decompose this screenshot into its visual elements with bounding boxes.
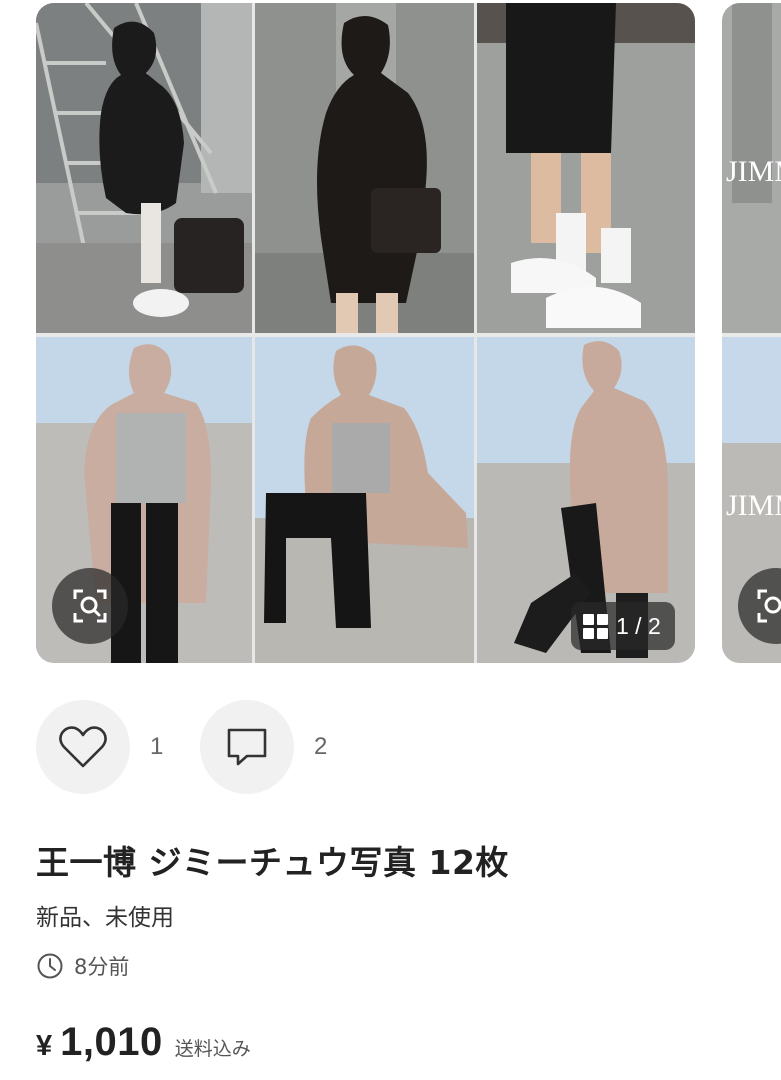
price-value: 1,010 [60, 1020, 163, 1064]
image-page-counter[interactable]: 1 / 2 [571, 602, 675, 650]
grid-icon [583, 613, 608, 639]
comment-count: 2 [314, 733, 328, 760]
next-photo-preview[interactable]: JIMMY JIMMY [722, 3, 781, 663]
page-counter-text: 1 / 2 [616, 612, 661, 639]
watermark-text-bottom: JIMMY [726, 489, 781, 522]
price-row: ¥ 1,010 送料込み [36, 1020, 251, 1065]
watermark-text-top: JIMMY [726, 155, 781, 188]
photo-collage [36, 3, 695, 663]
zoom-button[interactable] [52, 568, 128, 644]
zoom-search-icon [73, 589, 107, 623]
heart-icon [59, 726, 107, 768]
listing-title: 王一博 ジミーチュウ写真 12枚 [36, 843, 509, 882]
comment-icon [227, 728, 267, 766]
shipping-note: 送料込み [174, 1038, 251, 1060]
zoom-search-icon-partial [757, 589, 781, 623]
posted-time-row: 8分前 [36, 951, 129, 981]
action-bar: 1 2 [36, 700, 364, 794]
like-count: 1 [150, 733, 164, 760]
posted-time: 8分前 [74, 955, 130, 979]
like-button[interactable] [36, 700, 130, 794]
clock-icon [37, 953, 63, 979]
product-photo[interactable] [36, 3, 695, 663]
item-detail-page: JIMMY JIMMY 1 / 2 [0, 0, 781, 1080]
next-photo-image: JIMMY JIMMY [722, 3, 781, 663]
comment-button[interactable] [200, 700, 294, 794]
item-condition: 新品、未使用 [36, 905, 174, 931]
image-carousel[interactable]: JIMMY JIMMY 1 / 2 [0, 0, 781, 664]
currency-symbol: ¥ [36, 1030, 53, 1062]
